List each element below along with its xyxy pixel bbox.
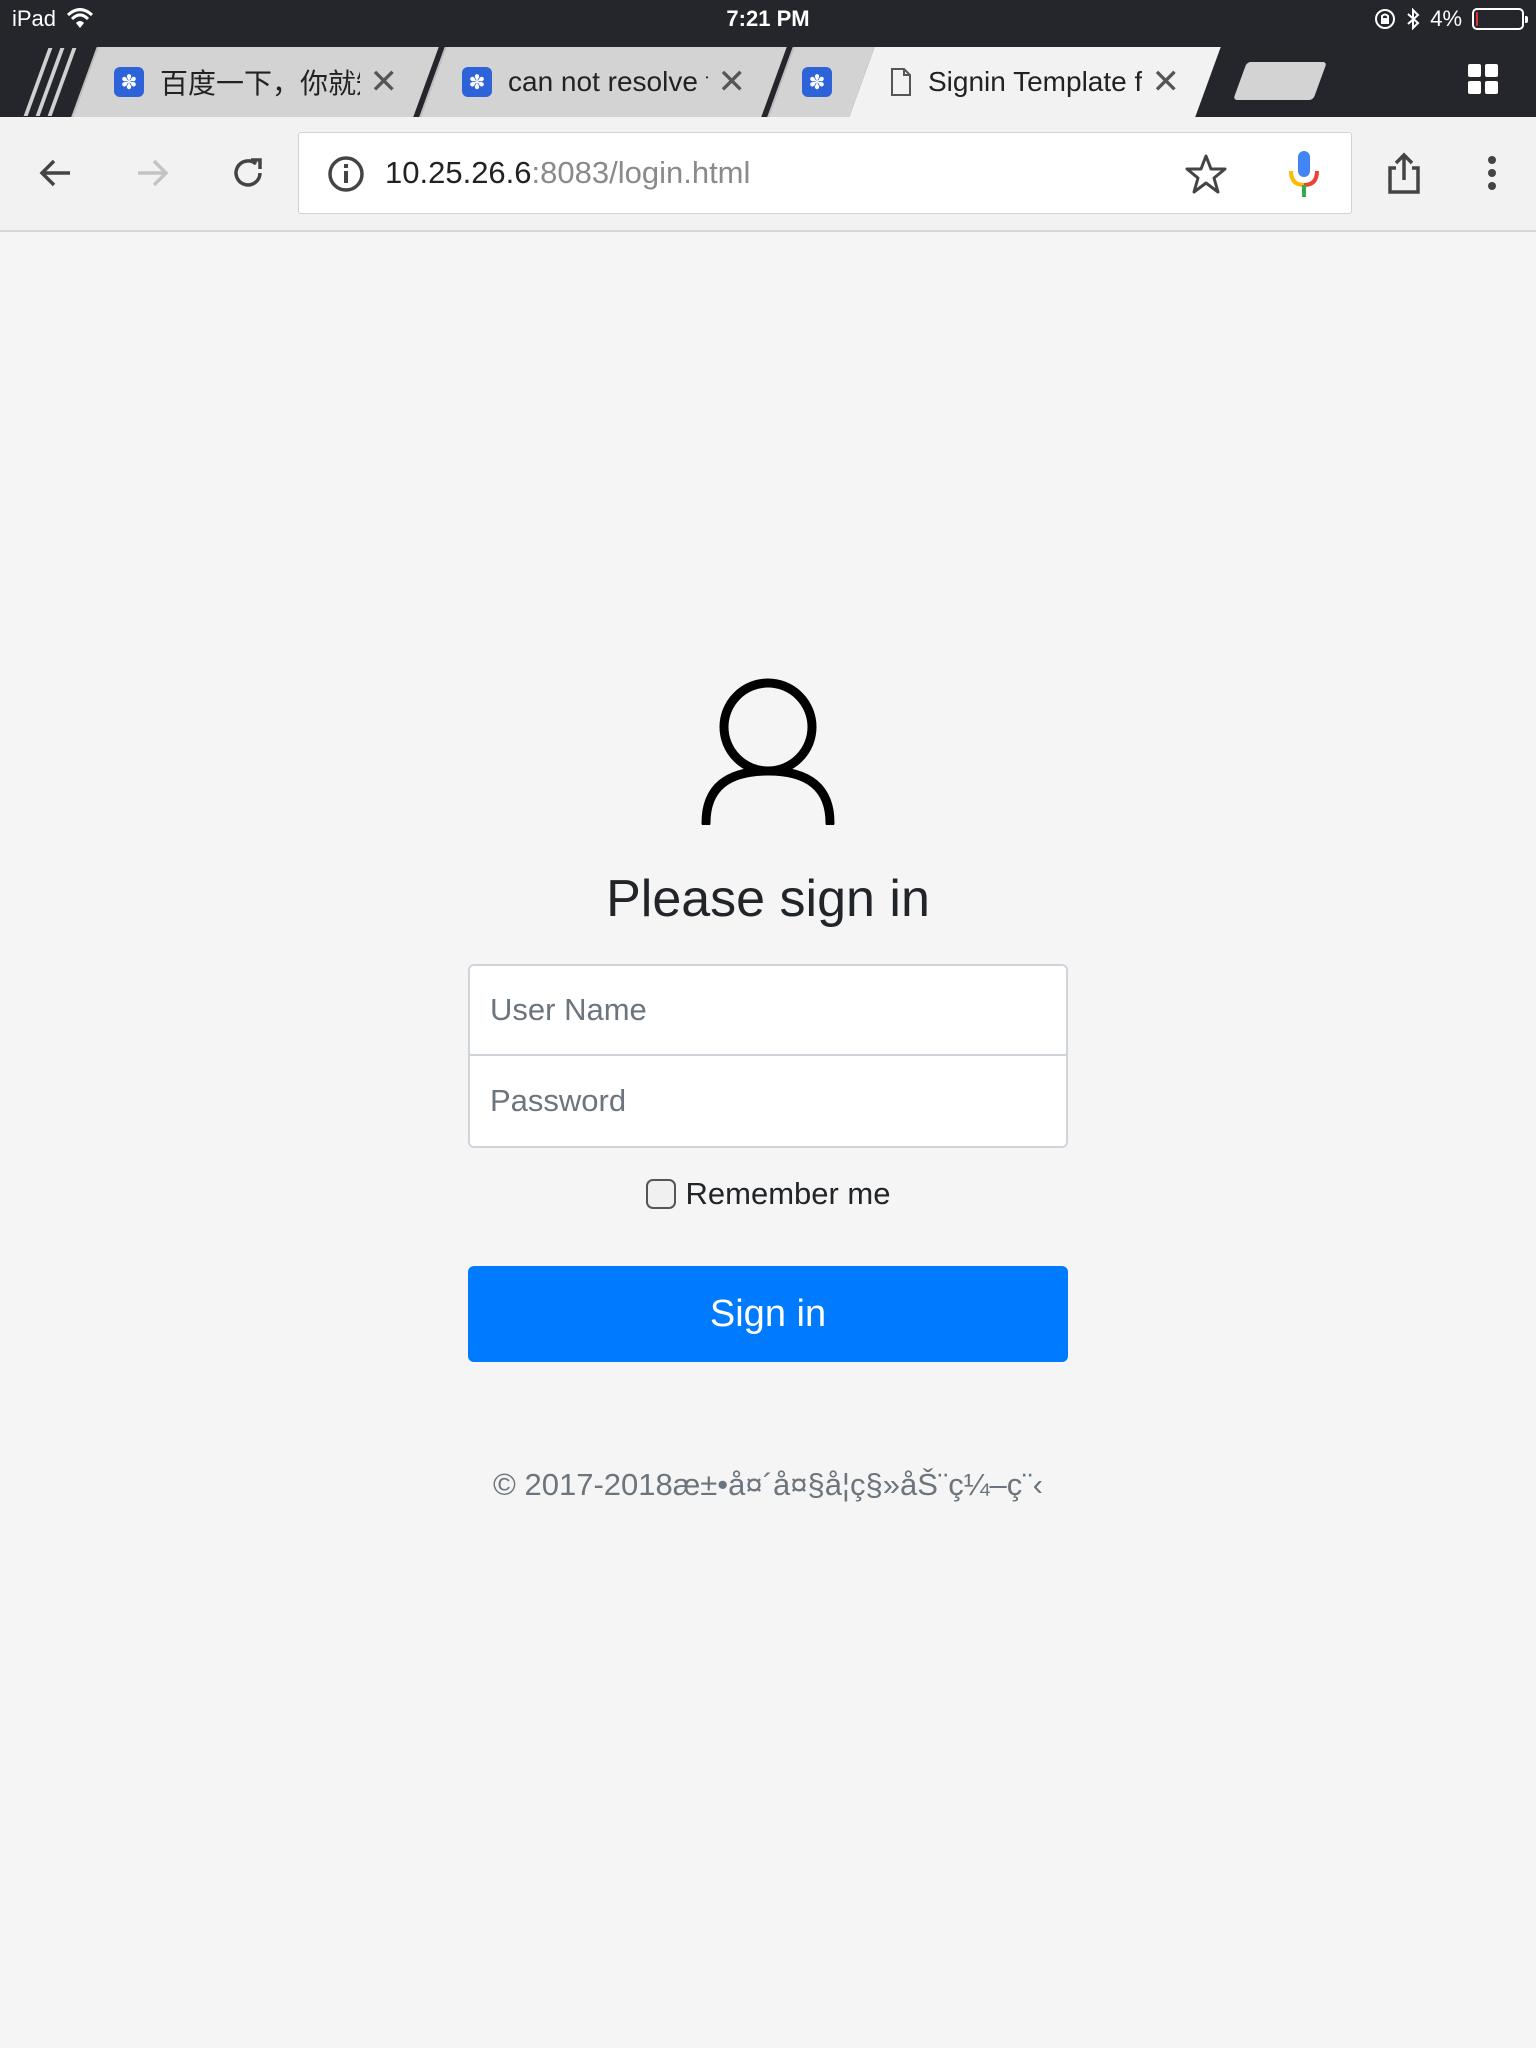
new-tab-button[interactable] (1233, 62, 1327, 100)
remember-me-row[interactable]: Remember me (468, 1176, 1068, 1212)
url-host: 10.25.26.6 (385, 155, 532, 190)
close-tab-icon[interactable]: ✕ (370, 63, 399, 101)
tab-title: 百度一下，你就知 (160, 68, 360, 99)
close-tab-icon[interactable]: ✕ (1152, 63, 1181, 101)
forward-button[interactable] (132, 153, 172, 193)
close-tab-icon[interactable]: ✕ (718, 63, 747, 101)
rotation-lock-icon (1375, 9, 1396, 29)
share-icon (1388, 152, 1420, 194)
bookmark-star-icon[interactable] (1185, 153, 1227, 195)
more-vert-icon (1488, 156, 1496, 190)
info-icon[interactable] (327, 155, 365, 193)
menu-button[interactable] (1470, 151, 1514, 195)
tab-title: can not resolve fil (508, 66, 708, 97)
tab-title: Signin Template f (928, 66, 1142, 97)
status-bar: iPad 7:21 PM 4% (0, 0, 1536, 40)
tab-baidu[interactable]: ✽ 百度一下，你就知 ✕ (71, 47, 439, 117)
address-bar[interactable]: 10.25.26.6:8083/login.html (298, 132, 1352, 214)
url-text[interactable]: 10.25.26.6:8083/login.html (385, 155, 750, 191)
page-title: Please sign in (606, 870, 930, 928)
remember-me-checkbox[interactable] (645, 1179, 676, 1210)
tab-switcher-icon[interactable] (1468, 64, 1498, 94)
back-arrow-icon (39, 159, 70, 187)
tab-can-not-resolve[interactable]: ✽ can not resolve fil ✕ (419, 47, 787, 117)
reload-icon (234, 158, 262, 187)
sign-in-button[interactable]: Sign in (468, 1266, 1068, 1363)
username-input[interactable] (468, 964, 1068, 1057)
bluetooth-icon (1407, 8, 1420, 30)
url-path: :8083/login.html (531, 155, 751, 190)
battery-icon (1472, 8, 1528, 30)
password-input[interactable] (468, 1056, 1068, 1149)
baidu-paw-icon: ✽ (462, 67, 492, 97)
baidu-paw-icon: ✽ (802, 67, 832, 97)
browser-toolbar: 10.25.26.6:8083/login.html (0, 117, 1536, 232)
document-icon (891, 68, 911, 96)
clock: 7:21 PM (726, 6, 810, 31)
back-button[interactable] (36, 153, 76, 193)
signin-form: Please sign in Remember me Sign in © 201… (468, 675, 1068, 1509)
microphone-icon[interactable] (1287, 149, 1321, 199)
user-avatar-icon (701, 678, 835, 825)
reload-button[interactable] (228, 153, 268, 193)
share-button[interactable] (1382, 151, 1426, 195)
remember-me-label: Remember me (685, 1176, 891, 1212)
forward-arrow-icon (138, 159, 169, 187)
tab-signin-template[interactable]: Signin Template f ✕ (849, 47, 1221, 117)
battery-percent: 4% (1430, 6, 1462, 31)
baidu-paw-icon: ✽ (114, 67, 144, 97)
copyright-text: © 2017-2018æ±•å¤´å¤§å¦ç§»åŠ¨ç¼–ç¨‹ (493, 1467, 1043, 1503)
